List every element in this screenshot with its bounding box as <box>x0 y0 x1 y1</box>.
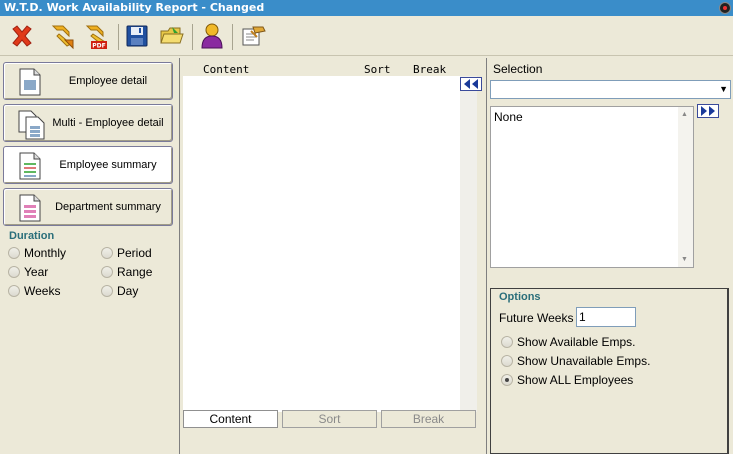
move-right-button[interactable] <box>697 104 719 118</box>
radio-label: Day <box>117 284 139 298</box>
options-group: Options Future Weeks Show Available Emps… <box>490 288 729 454</box>
open-folder-button[interactable] <box>156 20 188 52</box>
pdf-badge: PDF <box>92 43 105 50</box>
summary-document-icon <box>19 152 41 180</box>
toolbar-separator <box>232 24 233 50</box>
radio-circle[interactable] <box>8 247 20 259</box>
future-weeks-label: Future Weeks <box>499 311 574 325</box>
radio-label: Period <box>117 246 152 260</box>
window-menu-icon[interactable] <box>719 2 731 14</box>
double-left-arrow-icon <box>464 79 478 89</box>
report-type-panel: Employee detail Multi - Employee detail … <box>0 58 178 454</box>
multi-employee-detail-button[interactable]: Multi - Employee detail <box>3 104 173 142</box>
selection-label: Selection <box>493 62 543 76</box>
employee-detail-button[interactable]: Employee detail <box>3 62 173 100</box>
duration-monthly-radio[interactable]: Monthly <box>8 246 66 260</box>
duration-weeks-radio[interactable]: Weeks <box>8 284 60 298</box>
toolbar-separator <box>192 24 193 50</box>
options-title: Options <box>499 291 541 303</box>
duration-period-radio[interactable]: Period <box>101 246 152 260</box>
toolbar: PDF <box>0 16 733 56</box>
report-label: Employee summary <box>59 159 157 171</box>
save-button[interactable] <box>121 20 153 52</box>
export-pdf-button[interactable]: PDF <box>81 20 113 52</box>
scroll-down-icon[interactable]: ▼ <box>681 256 688 263</box>
show-available-radio[interactable]: Show Available Emps. <box>501 335 636 349</box>
folder-icon <box>160 27 184 44</box>
employee-summary-button[interactable]: Employee summary <box>3 146 173 184</box>
radio-circle[interactable] <box>101 266 113 278</box>
radio-circle[interactable] <box>101 285 113 297</box>
content-list-scrollbar[interactable] <box>460 76 477 412</box>
tab-content[interactable]: Content <box>183 410 278 428</box>
toolbar-separator <box>118 24 119 50</box>
user-icon <box>201 23 223 49</box>
selection-panel: Selection ▼ None ▲ ▼ Options Future Week… <box>488 58 733 454</box>
radio-circle[interactable] <box>501 336 513 348</box>
tab-break[interactable]: Break <box>381 410 476 428</box>
chevron-down-icon[interactable]: ▼ <box>719 84 728 94</box>
double-right-arrow-icon <box>701 106 715 116</box>
duration-title: Duration <box>9 230 55 242</box>
list-item[interactable]: None <box>494 110 523 124</box>
report-label: Employee detail <box>68 75 148 87</box>
sort-column-header: Sort <box>364 63 391 76</box>
report-label: Multi - Employee detail <box>52 117 164 129</box>
radio-label: Monthly <box>24 246 67 260</box>
duration-day-radio[interactable]: Day <box>101 284 138 298</box>
radio-circle[interactable] <box>8 285 20 297</box>
radio-label: Range <box>117 265 153 279</box>
notes-button[interactable] <box>237 20 269 52</box>
notepad-icon <box>242 26 266 46</box>
radio-circle[interactable] <box>8 266 20 278</box>
radio-label: Year <box>24 265 49 279</box>
radio-circle[interactable] <box>101 247 113 259</box>
floppy-disk-icon <box>126 25 148 47</box>
user-button[interactable] <box>196 20 228 52</box>
report-label: Department summary <box>55 201 161 213</box>
content-panel: Content Sort Break Content Sort Break <box>179 58 487 454</box>
radio-label: Show Available Emps. <box>517 335 636 349</box>
future-weeks-input[interactable] <box>576 307 636 327</box>
radio-circle[interactable] <box>501 355 513 367</box>
break-column-header: Break <box>413 63 447 76</box>
window-title: W.T.D. Work Availability Report - Change… <box>4 1 265 14</box>
department-summary-button[interactable]: Department summary <box>3 188 173 226</box>
department-document-icon <box>19 194 41 222</box>
radio-label: Show ALL Employees <box>517 373 634 387</box>
radio-circle-selected[interactable] <box>501 374 513 386</box>
selection-list-scrollbar[interactable]: ▲ ▼ <box>678 107 693 267</box>
title-bar: W.T.D. Work Availability Report - Change… <box>0 0 733 16</box>
move-left-button[interactable] <box>460 77 482 91</box>
content-list[interactable] <box>183 76 460 412</box>
close-button[interactable] <box>6 20 38 52</box>
content-column-header: Content <box>203 63 250 76</box>
radio-label: Weeks <box>24 284 61 298</box>
show-all-employees-radio[interactable]: Show ALL Employees <box>501 373 633 387</box>
report-document-icon <box>19 68 41 96</box>
duration-range-radio[interactable]: Range <box>101 265 152 279</box>
radio-label: Show Unavailable Emps. <box>517 354 651 368</box>
run-report-button[interactable] <box>47 20 79 52</box>
red-x-icon <box>12 25 32 47</box>
pdf-export-icon: PDF <box>85 25 107 50</box>
run-arrow-icon <box>51 25 74 50</box>
tab-sort[interactable]: Sort <box>282 410 377 428</box>
selection-list[interactable]: None ▲ ▼ <box>490 106 694 268</box>
show-unavailable-radio[interactable]: Show Unavailable Emps. <box>501 354 650 368</box>
scroll-up-icon[interactable]: ▲ <box>681 111 688 118</box>
duration-year-radio[interactable]: Year <box>8 265 48 279</box>
selection-dropdown[interactable]: ▼ <box>490 80 731 99</box>
multi-document-icon <box>18 110 45 140</box>
